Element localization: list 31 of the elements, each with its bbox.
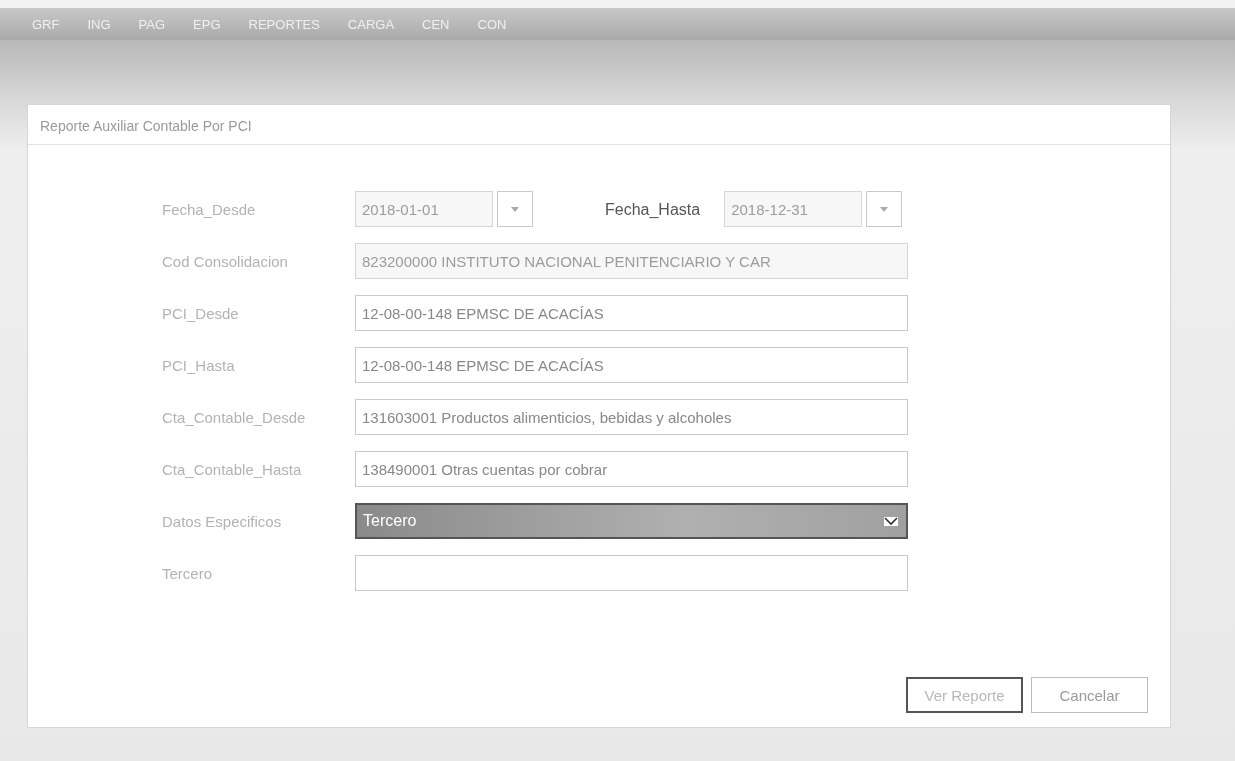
menu-item[interactable]: CON [477,16,507,32]
field-label: PCI_Hasta [162,355,236,375]
dropdown-button[interactable] [497,191,533,227]
field-label: Fecha_Hasta [605,199,701,219]
menu-item[interactable]: CARGA [347,16,395,32]
menu-item[interactable]: ING [87,16,111,32]
field-label: Fecha_Desde [162,199,257,219]
field-label: Cta_Contable_Hasta [162,459,303,479]
text-field[interactable] [355,555,908,591]
chevron-down-icon [884,516,898,526]
dialog-button[interactable]: Cancelar [1031,677,1148,713]
dropdown-button[interactable] [866,191,903,227]
field-label: Cta_Contable_Desde [162,407,307,427]
menu-item[interactable]: REPORTES [248,16,320,32]
dialog-button[interactable]: Ver Reporte [906,677,1023,713]
text-field[interactable]: 131603001 Productos alimenticios, bebidas y alcoholes [355,399,908,435]
dialog-title: Reporte Auxiliar Contable Por PCI [28,105,1170,145]
text-field[interactable]: 138490001 Otras cuentas por cobrar [355,451,908,487]
field-label: PCI_Desde [162,303,240,323]
menu-item[interactable]: GRF [32,16,60,32]
caret-down-icon [511,206,519,212]
field-label: Tercero [162,563,214,583]
select-field[interactable]: Tercero [355,503,908,539]
menu-item[interactable]: PAG [138,16,166,32]
field-label: Cod Consolidacion [162,251,289,271]
text-field[interactable]: 12-08-00-148 EPMSC DE ACACÍAS [355,295,908,331]
menu-item[interactable]: CEN [422,16,450,32]
text-field[interactable]: 12-08-00-148 EPMSC DE ACACÍAS [355,347,908,383]
caret-down-icon [880,206,889,212]
menu-item[interactable]: EPG [193,16,221,32]
field-label: Datos Especificos [162,511,283,531]
